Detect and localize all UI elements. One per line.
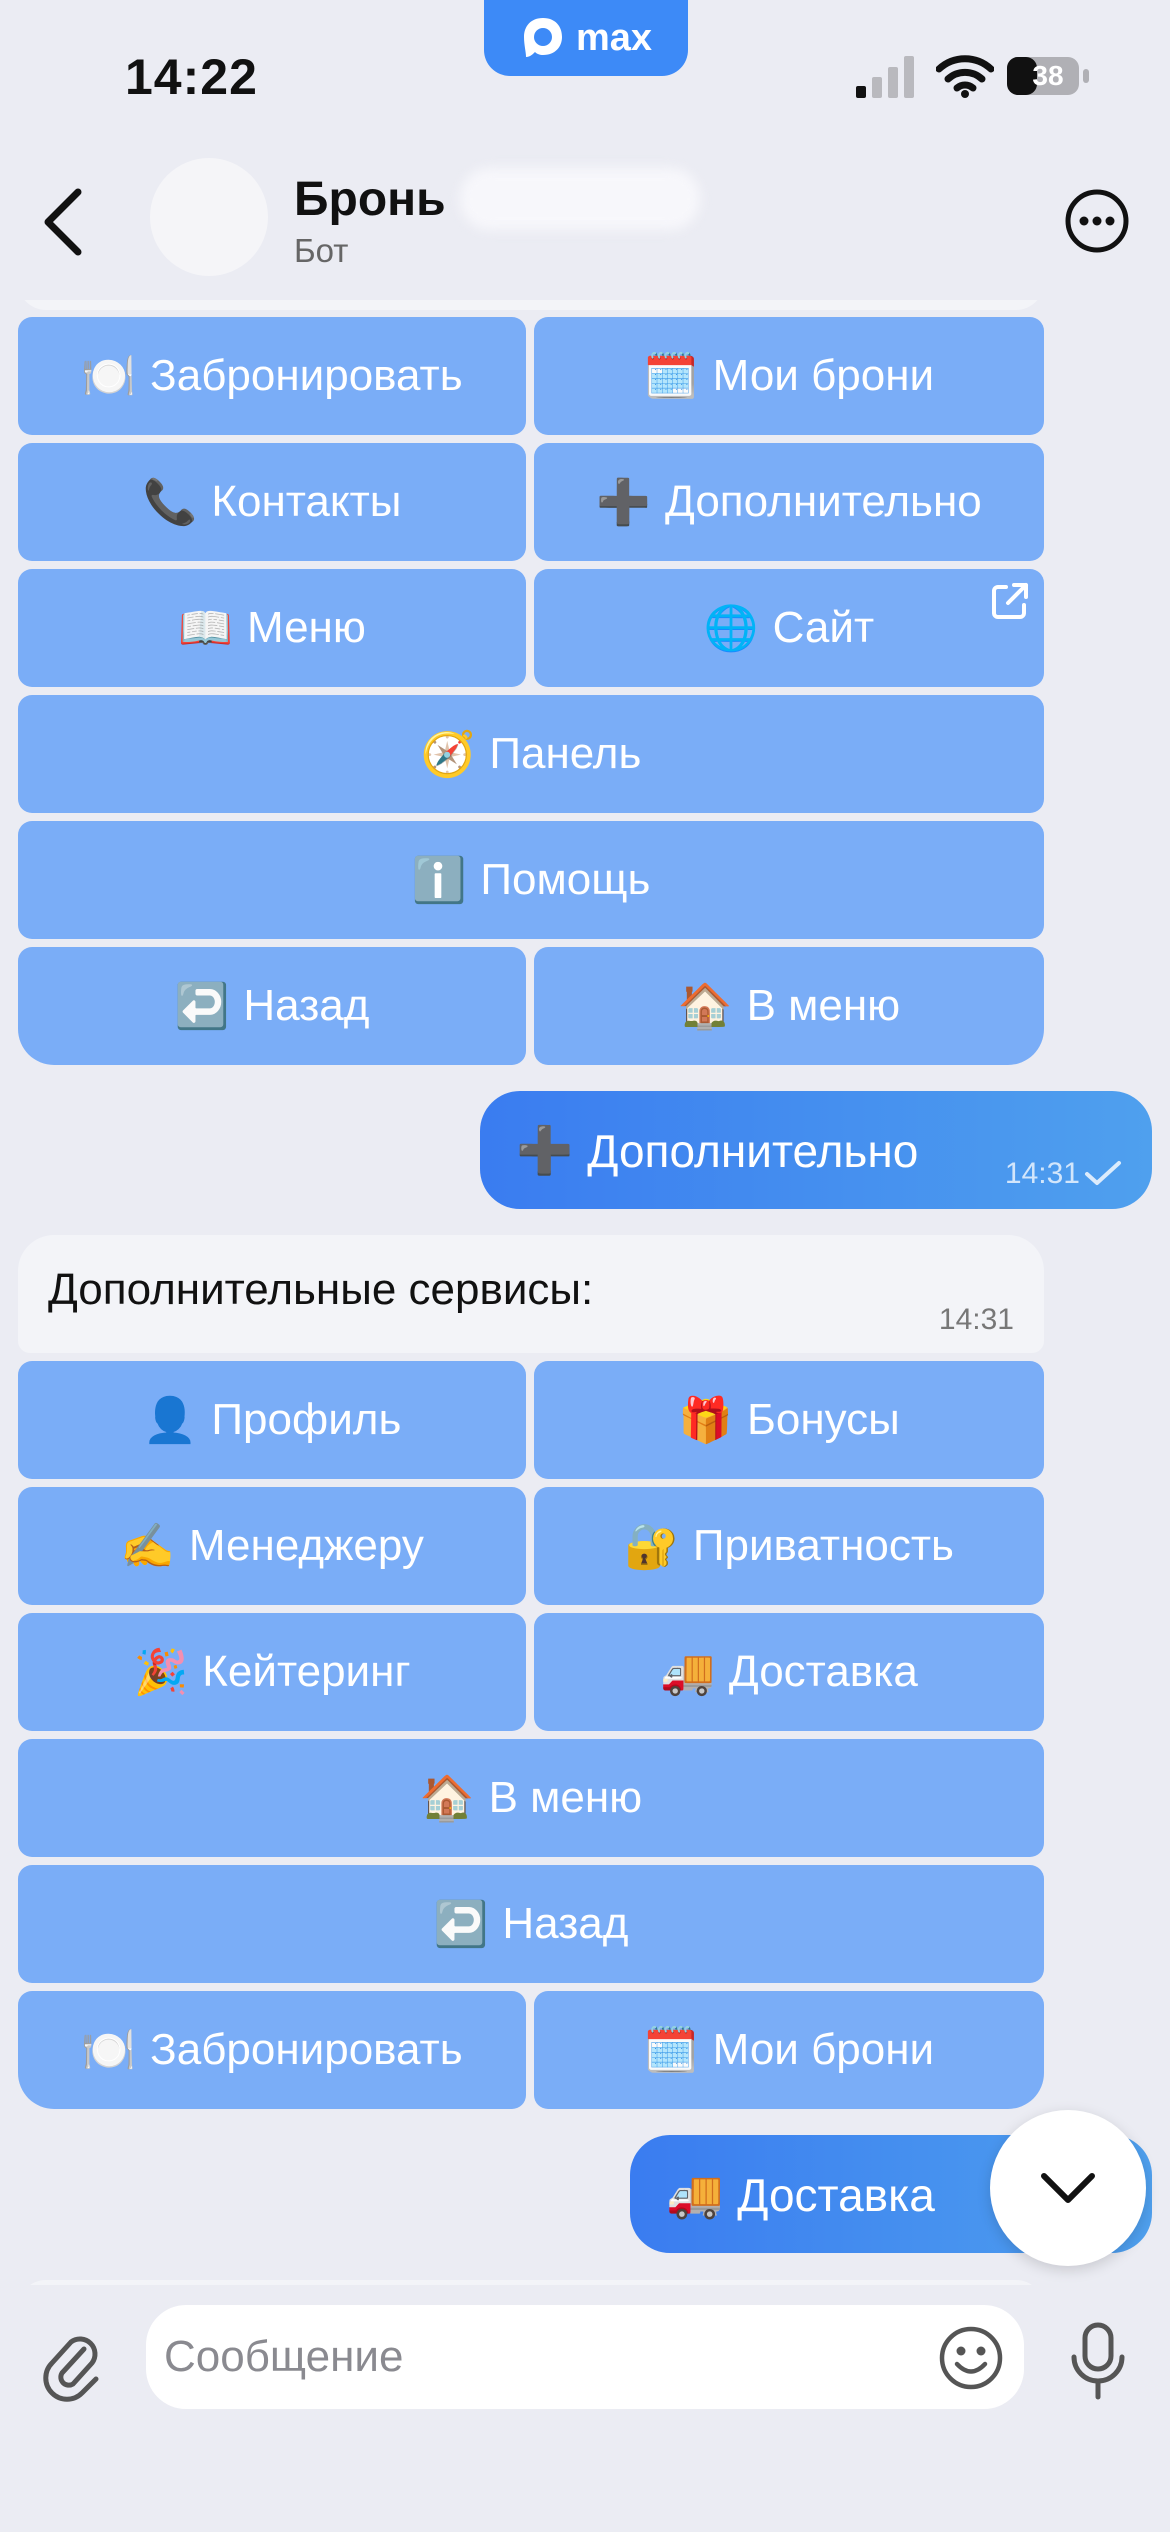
compass-icon: 🧭 [420,730,476,779]
previous-message-edge [18,300,1044,310]
message-text: ➕ Дополнительно [516,1123,918,1178]
keyboard-button-to-menu[interactable]: 🏠 В меню [18,1739,1044,1857]
status-time: 14:22 [125,49,258,105]
lock-key-icon: 🔐 [624,1522,679,1571]
max-logo-icon [523,18,562,57]
plate-icon: 🍽️ [81,352,137,401]
status-bar: 14:22 max 38 [0,0,1170,140]
message-list[interactable]: 🍽️ Забронировать 🗓️ Мои брони 📞 Контакты… [0,300,1170,2285]
max-app-badge[interactable]: max [484,0,688,76]
keyboard-button-my-bookings[interactable]: 🗓️ Мои брони [534,1991,1044,2109]
microphone-icon[interactable] [1068,2321,1128,2401]
calendar-icon: 🗓️ [643,2026,699,2075]
composer [0,2285,1170,2532]
button-label: Забронировать [150,351,463,400]
scroll-down-button[interactable] [990,2110,1146,2266]
plus-icon: ➕ [516,1124,574,1176]
keyboard-button-book[interactable]: 🍽️ Забронировать [18,1991,526,2109]
info-icon: ℹ️ [411,856,467,905]
cellular-signal-icon [856,56,914,98]
button-label: В меню [488,1773,643,1822]
keyboard-button-additional[interactable]: ➕ Дополнительно [534,443,1044,561]
globe-icon: 🌐 [703,604,759,653]
button-label: Дополнительно [665,477,982,526]
max-badge-label: max [575,16,653,59]
button-label: В меню [746,981,901,1030]
message-time: 14:31 [1004,1157,1080,1190]
keyboard-button-profile[interactable]: 👤 Профиль [18,1361,526,1479]
keyboard-button-to-menu[interactable]: 🏠 В меню [534,947,1044,1065]
writing-hand-icon: ✍️ [120,1522,175,1571]
button-label: Панель [489,729,642,778]
return-arrow-icon: ↩️ [433,1900,489,1949]
phone-icon: 📞 [142,478,198,527]
button-label: Бонусы [747,1395,900,1444]
party-popper-icon: 🎉 [133,1648,189,1697]
keyboard-button-delivery[interactable]: 🚚 Доставка [534,1613,1044,1731]
wifi-icon [936,55,994,98]
message-label: Дополнительно [587,1124,919,1177]
keyboard-button-catering[interactable]: 🎉 Кейтеринг [18,1613,526,1731]
message-text: 🚚 Доставка [666,2167,935,2222]
button-label: Доставка [728,1647,918,1696]
more-options-button[interactable] [1064,188,1130,254]
keyboard-button-privacy[interactable]: 🔐 Приватность [534,1487,1044,1605]
button-label: Профиль [211,1395,402,1444]
redacted-title-part [460,168,700,230]
paperclip-icon[interactable] [40,2327,106,2407]
button-label: Мои брони [712,351,935,400]
chat-title[interactable]: Бронь [294,172,446,227]
user-icon: 👤 [142,1396,198,1445]
keyboard-button-bonuses[interactable]: 🎁 Бонусы [534,1361,1044,1479]
keyboard-button-book[interactable]: 🍽️ Забронировать [18,317,526,435]
button-label: Меню [246,603,366,652]
gift-icon: 🎁 [678,1396,733,1445]
keyboard-button-panel[interactable]: 🧭 Панель [18,695,1044,813]
keyboard-button-site[interactable]: 🌐 Сайт [534,569,1044,687]
button-label: Забронировать [150,2025,463,2074]
truck-icon: 🚚 [660,1648,715,1697]
button-label: Менеджеру [188,1521,424,1570]
button-label: Кейтеринг [202,1647,411,1696]
smiley-icon[interactable] [938,2325,1004,2391]
button-label: Сайт [772,603,875,652]
chevron-down-icon [1041,2173,1095,2203]
button-label: Назад [243,981,370,1030]
keyboard-button-help[interactable]: ℹ️ Помощь [18,821,1044,939]
button-label: Контакты [211,477,402,526]
external-link-icon [992,583,1028,619]
truck-icon: 🚚 [666,2168,724,2220]
message-input[interactable] [146,2305,1024,2409]
chat-header: Бронь Бот [0,140,1170,300]
incoming-message[interactable]: Дополнительные сервисы: 14:31 [18,1235,1044,1353]
plate-icon: 🍽️ [81,2026,137,2075]
button-label: Назад [502,1899,629,1948]
message-time: 14:31 [938,1303,1014,1336]
house-icon: 🏠 [677,982,733,1031]
keyboard-button-manager[interactable]: ✍️ Менеджеру [18,1487,526,1605]
read-check-icon [1085,1161,1121,1185]
button-label: Приватность [692,1521,954,1570]
avatar[interactable] [150,158,268,276]
keyboard-button-contacts[interactable]: 📞 Контакты [18,443,526,561]
keyboard-button-back[interactable]: ↩️ Назад [18,1865,1044,1983]
back-button[interactable] [32,182,96,262]
keyboard-button-back[interactable]: ↩️ Назад [18,947,526,1065]
house-icon: 🏠 [419,1774,475,1823]
battery-level: 38 [1032,60,1064,91]
plus-icon: ➕ [596,478,652,527]
message-label: Доставка [737,2168,935,2221]
message-text: Дополнительные сервисы: [48,1265,594,1314]
outgoing-message[interactable]: ➕ Дополнительно 14:31 [480,1091,1152,1209]
keyboard-button-menu[interactable]: 📖 Меню [18,569,526,687]
button-label: Мои брони [712,2025,935,2074]
return-arrow-icon: ↩️ [174,982,230,1031]
keyboard-button-my-bookings[interactable]: 🗓️ Мои брони [534,317,1044,435]
button-label: Помощь [480,855,651,904]
book-icon: 📖 [178,604,233,653]
calendar-icon: 🗓️ [643,352,699,401]
chat-subtitle: Бот [294,232,349,269]
